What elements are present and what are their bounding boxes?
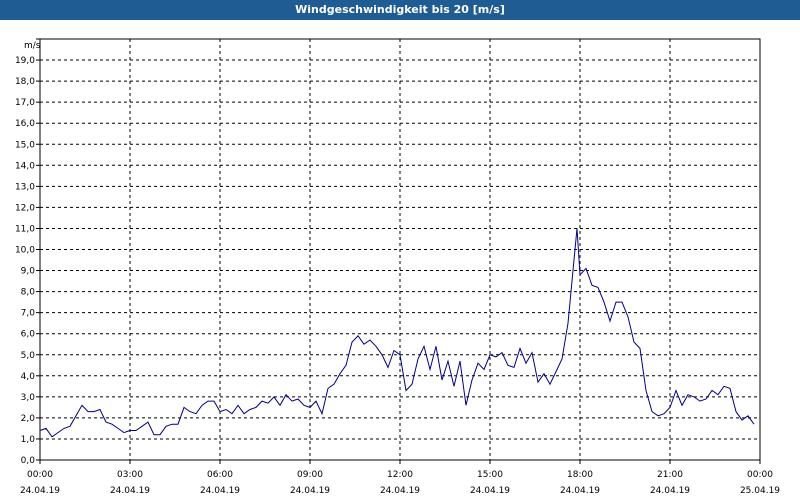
x-tick-time-label: 12:00 xyxy=(387,470,413,480)
wind-speed-line xyxy=(39,228,755,438)
y-tick-label: 14,0 xyxy=(15,161,35,171)
y-tick-label: 15,0 xyxy=(15,140,35,150)
wind-speed-chart: 0,0 1,0 2,0 3,0 4,0 5,0 6,0 7,0 8,0 9,0 10,0 11,0 12… xyxy=(15,38,780,496)
x-tick-date-label: 24.04.19 xyxy=(110,486,150,496)
x-tick-time-label: 21:00 xyxy=(657,470,683,480)
y-tick-label: 7,0 xyxy=(21,309,36,319)
x-tick-time-label: 15:00 xyxy=(477,470,503,480)
y-tick-label: 6,0 xyxy=(21,330,36,340)
y-tick-label: 19,0 xyxy=(15,56,35,66)
x-tick-date-label: 24.04.19 xyxy=(650,486,690,496)
y-tick-label: 8,0 xyxy=(21,288,36,298)
axes xyxy=(36,38,761,464)
y-tick-label: 17,0 xyxy=(15,98,35,108)
y-tick-label: 18,0 xyxy=(15,77,35,87)
x-tick-time-label: 06:00 xyxy=(207,470,233,480)
y-tick-label: 13,0 xyxy=(15,182,35,192)
x-tick-time-label: 00:00 xyxy=(27,470,53,480)
x-tick-labels: 00:00 24.04.19 03:00 24.04.19 06:00 24.04.19 0… xyxy=(20,470,780,496)
y-tick-label: 5,0 xyxy=(21,351,36,361)
y-tick-label: 12,0 xyxy=(15,203,35,213)
y-axis-unit: m/s xyxy=(24,41,41,51)
x-tick-date-label: 25.04.19 xyxy=(740,486,780,496)
x-tick-time-label: 00:00 xyxy=(747,470,773,480)
y-tick-label: 11,0 xyxy=(15,224,35,234)
x-tick-time-label: 18:00 xyxy=(567,470,593,480)
x-tick-date-label: 24.04.19 xyxy=(20,486,60,496)
x-tick-time-label: 03:00 xyxy=(117,470,143,480)
x-tick-date-label: 24.04.19 xyxy=(380,486,420,496)
data-series xyxy=(39,228,755,438)
y-tick-label: 10,0 xyxy=(15,246,35,256)
x-tick-date-label: 24.04.19 xyxy=(200,486,240,496)
y-tick-label: 16,0 xyxy=(15,119,35,129)
y-tick-label: 0,0 xyxy=(21,456,36,466)
y-tick-labels: 0,0 1,0 2,0 3,0 4,0 5,0 6,0 7,0 8,0 9,0 10,0 11,0 12… xyxy=(15,56,35,466)
y-tick-label: 2,0 xyxy=(21,414,36,424)
x-tick-time-label: 09:00 xyxy=(297,470,323,480)
grid xyxy=(40,39,760,460)
y-tick-label: 9,0 xyxy=(21,267,36,277)
y-tick-label: 3,0 xyxy=(21,393,36,403)
x-tick-date-label: 24.04.19 xyxy=(290,486,330,496)
y-tick-label: 1,0 xyxy=(21,435,36,445)
y-tick-label: 4,0 xyxy=(21,372,36,382)
x-tick-date-label: 24.04.19 xyxy=(560,486,600,496)
x-tick-date-label: 24.04.19 xyxy=(470,486,510,496)
